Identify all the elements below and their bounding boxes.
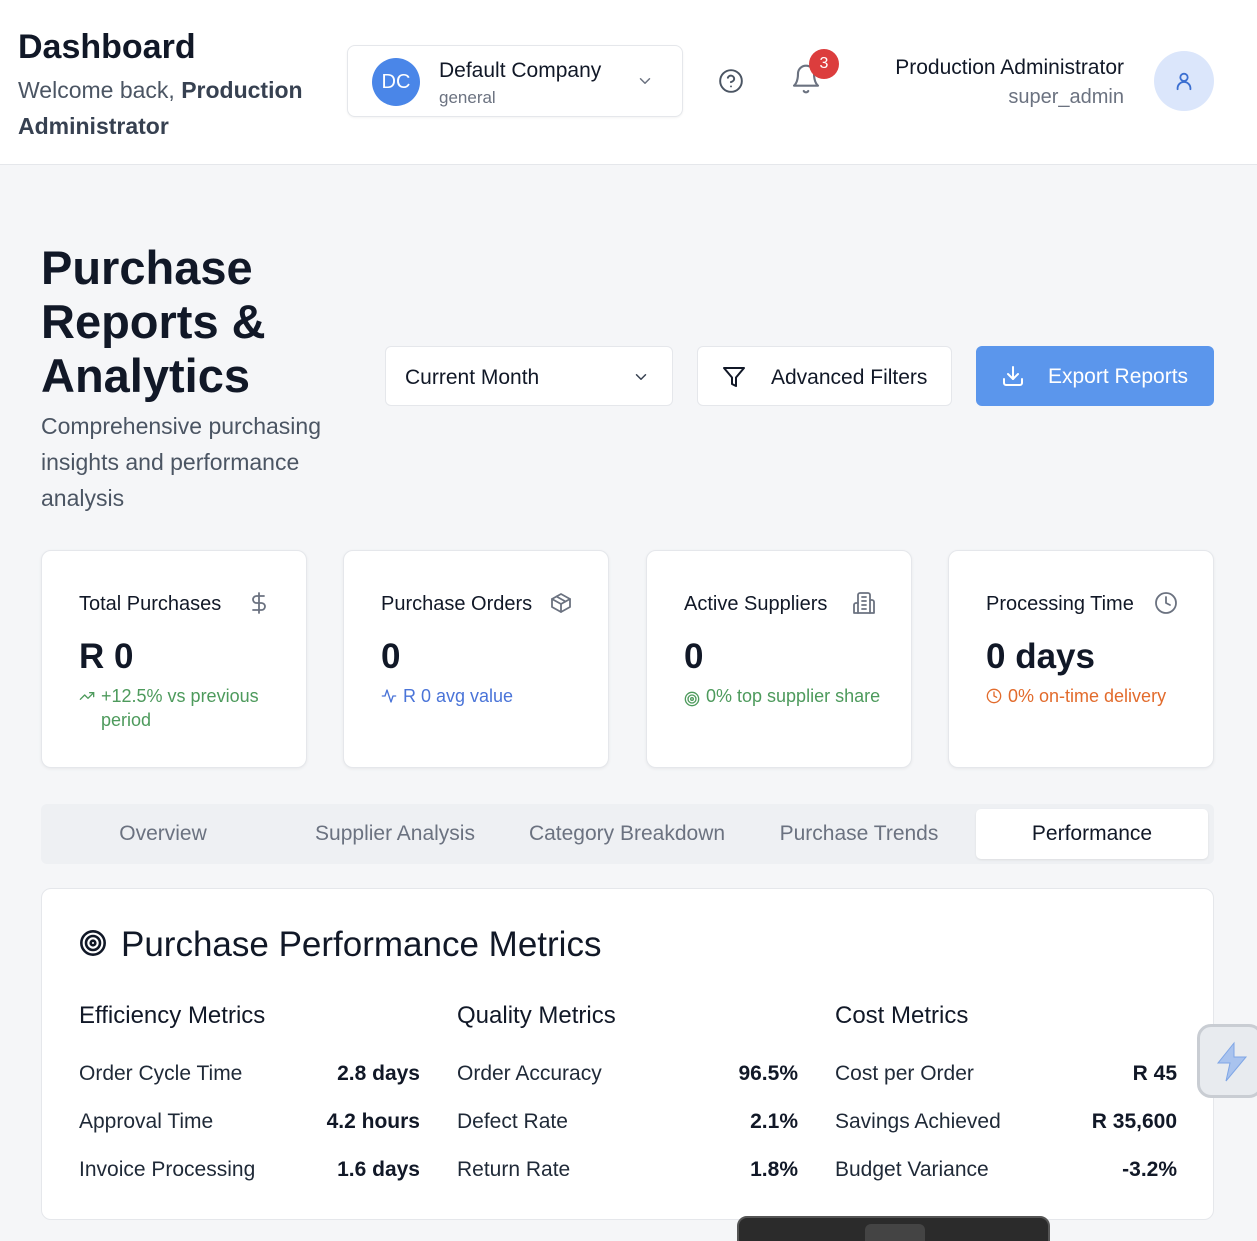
advanced-filters-button[interactable]: Advanced Filters — [697, 346, 952, 406]
metric-label: Defect Rate — [457, 1110, 568, 1133]
lightning-icon — [1216, 1041, 1248, 1082]
chevron-down-icon — [639, 78, 651, 84]
stat-card-total-purchases: Total Purchases R 0 +12.5% vs previous p… — [41, 550, 307, 768]
bottom-toolbar[interactable] — [737, 1216, 1050, 1241]
card-value: 0 days — [986, 637, 1095, 676]
trending-up-icon — [79, 692, 95, 700]
metrics-title: Purchase Performance Metrics — [121, 925, 602, 964]
quality-metrics-heading: Quality Metrics — [457, 1002, 616, 1029]
tab-overview[interactable]: Overview — [47, 809, 279, 859]
building-icon — [853, 592, 875, 614]
company-name: Default Company — [439, 59, 602, 82]
target-icon — [80, 930, 106, 956]
card-value: 0 — [684, 637, 704, 676]
metric-label: Approval Time — [79, 1110, 214, 1133]
notification-badge: 3 — [809, 49, 839, 79]
card-title: Total Purchases — [79, 593, 222, 615]
metric-label: Order Cycle Time — [79, 1062, 243, 1085]
welcome-text: Welcome back, Production Administrator — [18, 72, 328, 144]
tab-supplier-analysis[interactable]: Supplier Analysis — [279, 809, 511, 859]
stat-card-active-suppliers: Active Suppliers 0 0% top supplier share — [646, 550, 912, 768]
period-select-value: Current Month — [405, 366, 540, 389]
stat-card-purchase-orders: Purchase Orders 0 R 0 avg value — [343, 550, 609, 768]
metric-value: 96.5% — [738, 1062, 798, 1085]
advanced-filters-label: Advanced Filters — [771, 366, 928, 389]
card-subtext: 0% top supplier share — [684, 684, 894, 708]
filter-icon — [723, 367, 745, 387]
metric-label: Order Accuracy — [457, 1062, 602, 1085]
export-reports-label: Export Reports — [1048, 365, 1189, 388]
metric-value: R 45 — [1132, 1062, 1177, 1085]
top-bar: Dashboard Welcome back, Production Admin… — [0, 0, 1257, 165]
page-title: Purchase Reports & Analytics — [41, 241, 266, 402]
welcome-prefix: Welcome back, — [18, 77, 182, 103]
clock-icon — [1155, 592, 1177, 614]
user-name: Production Administrator — [895, 56, 1124, 79]
help-icon[interactable] — [718, 68, 744, 94]
card-subtext-label: 0% top supplier share — [706, 686, 881, 706]
dollar-icon — [252, 592, 266, 614]
dashboard-title: Dashboard — [18, 28, 196, 66]
user-icon — [1176, 72, 1192, 91]
card-value: R 0 — [79, 637, 134, 676]
report-tabs: Overview Supplier Analysis Category Brea… — [41, 804, 1214, 864]
metric-value: 2.8 days — [337, 1062, 420, 1085]
page-subtitle: Comprehensive purchasing insights and pe… — [41, 413, 321, 511]
metric-label: Invoice Processing — [79, 1158, 256, 1181]
tab-purchase-trends[interactable]: Purchase Trends — [743, 809, 975, 859]
metric-value: 4.2 hours — [326, 1110, 420, 1133]
cost-metrics-heading: Cost Metrics — [835, 1002, 969, 1029]
card-title: Purchase Orders — [381, 593, 533, 615]
metric-value: 2.1% — [750, 1110, 798, 1133]
toolbar-handle[interactable] — [865, 1224, 925, 1241]
metric-label: Cost per Order — [835, 1062, 974, 1085]
card-subtext: 0% on-time delivery — [986, 684, 1196, 708]
card-title: Active Suppliers — [684, 593, 828, 615]
company-switcher[interactable]: DC Default Company general — [347, 45, 683, 117]
clock-icon — [986, 688, 1002, 704]
card-title: Processing Time — [986, 593, 1134, 615]
stat-card-processing-time: Processing Time 0 days 0% on-time delive… — [948, 550, 1214, 768]
metric-label: Return Rate — [457, 1158, 571, 1181]
metric-value: -3.2% — [1122, 1158, 1177, 1181]
target-icon — [684, 691, 700, 707]
export-reports-button[interactable]: Export Reports — [976, 346, 1214, 406]
company-type: general — [439, 88, 496, 107]
card-subtext-label: 0% on-time delivery — [1008, 686, 1167, 706]
user-avatar[interactable] — [1154, 51, 1214, 111]
metric-value: 1.6 days — [337, 1158, 420, 1181]
user-role: super_admin — [1008, 86, 1124, 108]
efficiency-metrics-heading: Efficiency Metrics — [79, 1002, 266, 1029]
company-avatar: DC — [372, 58, 420, 106]
card-subtext: +12.5% vs previous period — [79, 684, 289, 732]
tab-category-breakdown[interactable]: Category Breakdown — [511, 809, 743, 859]
card-subtext: R 0 avg value — [381, 684, 591, 708]
metric-value: 1.8% — [750, 1158, 798, 1181]
floating-assistant-button[interactable] — [1197, 1024, 1257, 1098]
metric-label: Savings Achieved — [835, 1110, 1001, 1133]
metric-label: Budget Variance — [835, 1158, 989, 1181]
activity-icon — [381, 689, 397, 703]
package-icon — [551, 593, 571, 613]
card-value: 0 — [381, 637, 401, 676]
metric-value: R 35,600 — [1091, 1110, 1177, 1133]
card-subtext-label: R 0 avg value — [403, 686, 514, 706]
period-select[interactable]: Current Month — [385, 346, 673, 406]
tab-performance[interactable]: Performance — [976, 809, 1208, 859]
card-subtext-label: +12.5% vs previous period — [101, 686, 259, 730]
download-icon — [1003, 366, 1023, 386]
chevron-down-icon — [635, 374, 647, 380]
